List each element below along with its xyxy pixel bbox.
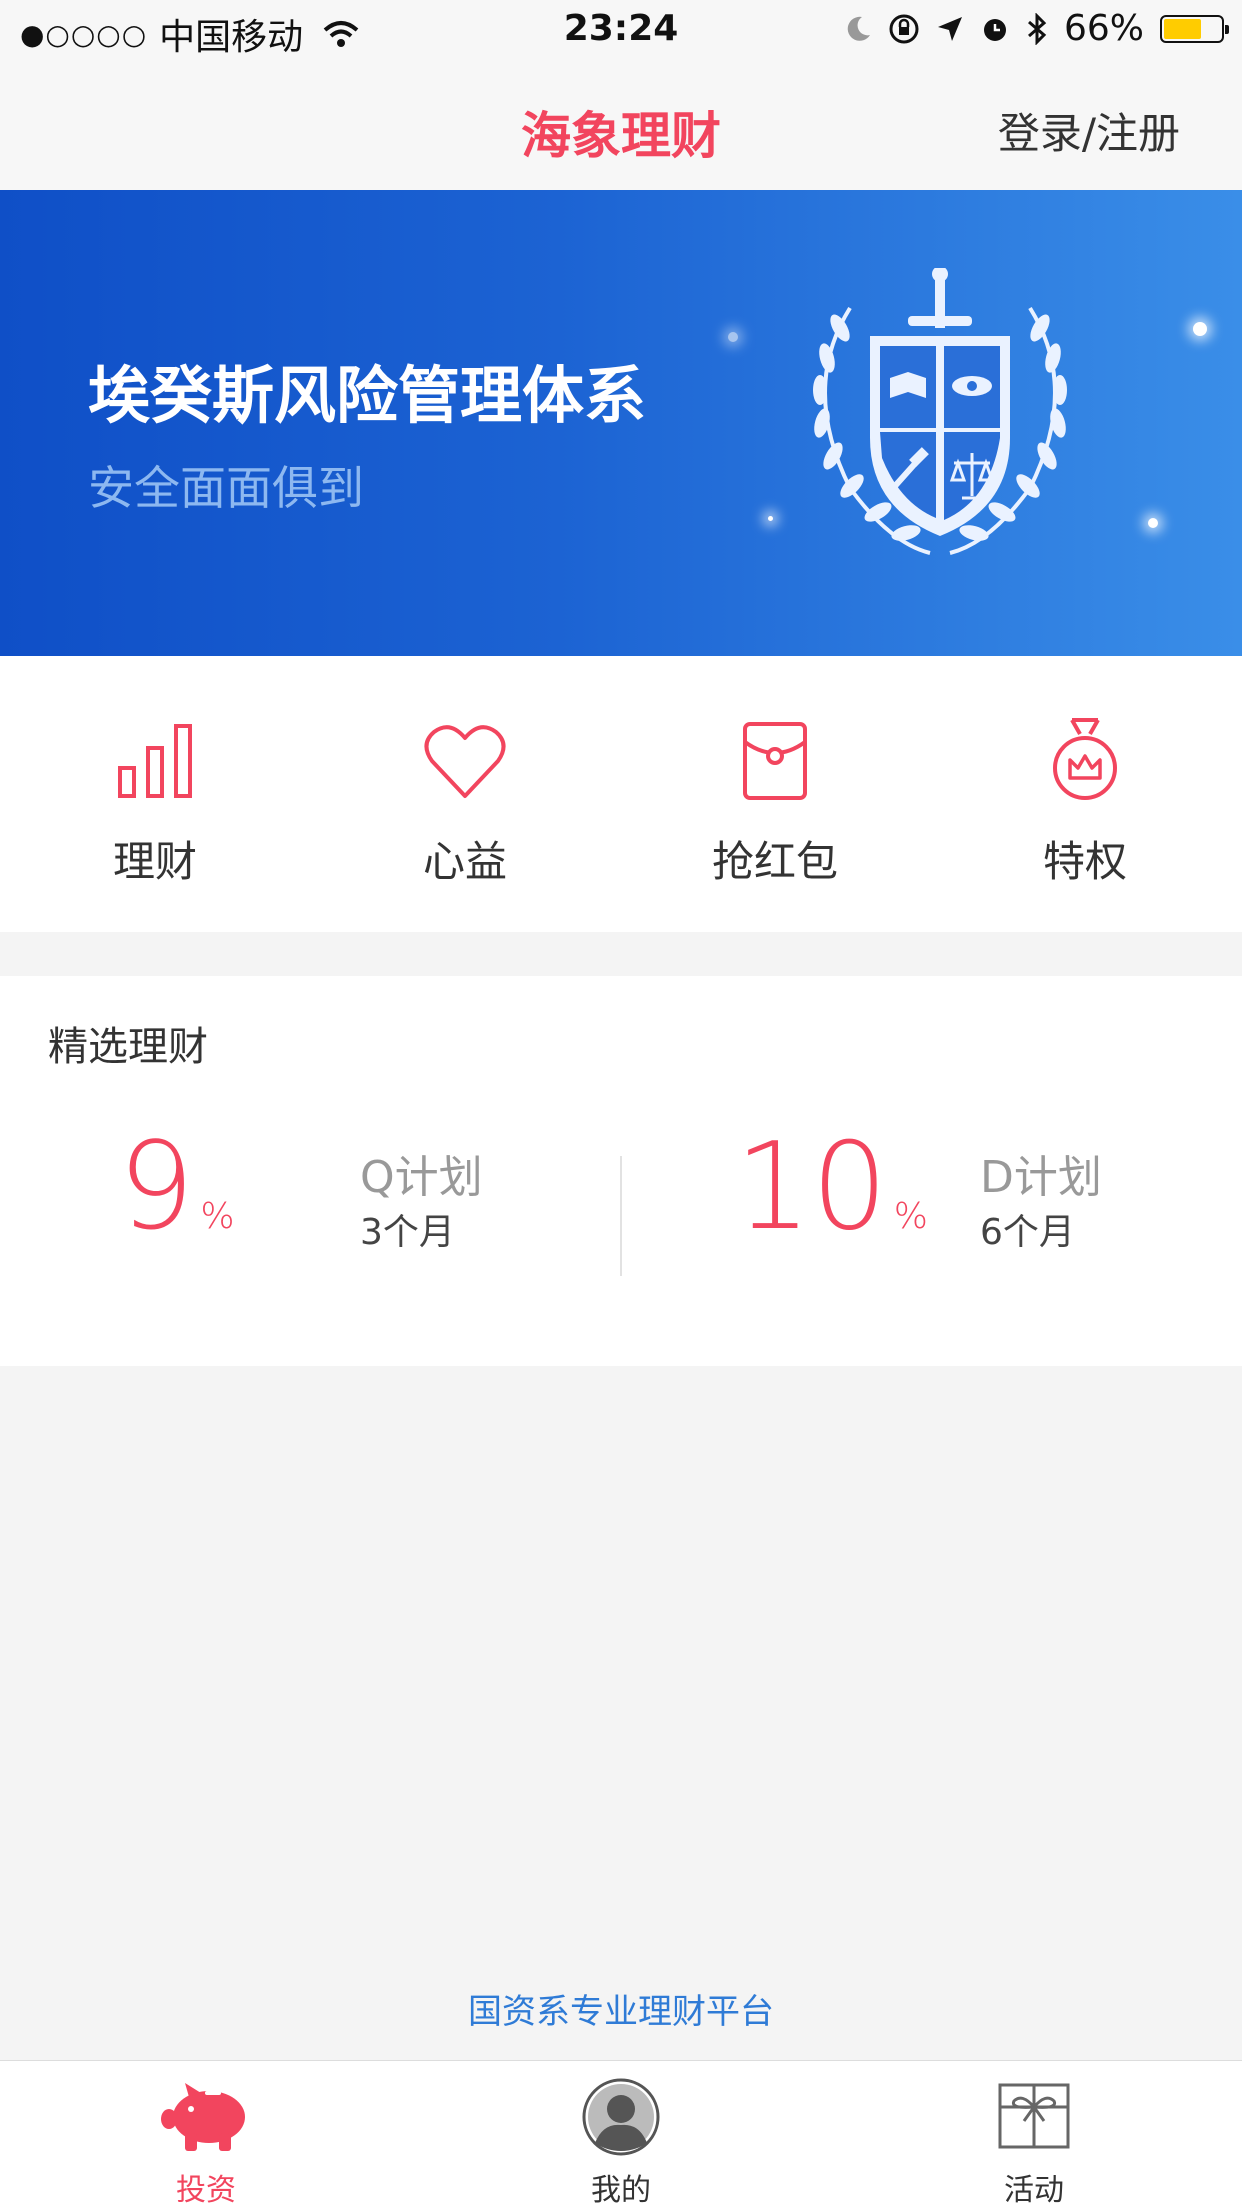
tab-label: 投资 [176,2173,236,2208]
section-title: 精选理财 [48,1024,208,1070]
quick-item-label: 特权 [1042,837,1127,886]
status-bar: ●○○○○ 中国移动 23:24 66% [0,0,1242,60]
status-right: 66% [844,8,1229,49]
platform-tagline[interactable]: 国资系专业理财平台 [0,1984,1242,2033]
product-rate[interactable]: 10% [735,1128,928,1248]
product-rate[interactable]: 9% [118,1128,235,1248]
rotation-lock-icon [889,14,919,43]
plan-term: 3个月 [360,1212,455,1253]
plan-name[interactable]: Q计划 [360,1141,483,1205]
red-envelope-icon [743,722,807,800]
tab-bar: 投资 我的 活动 [0,2060,1242,2209]
sparkle-decoration [768,516,773,521]
moon-icon [847,16,870,41]
rate-unit: % [200,1196,235,1237]
user-avatar-icon [582,2078,660,2156]
quick-item-label: 抢红包 [711,837,838,886]
shield-emblem-icon [813,268,1067,555]
alarm-icon [983,18,1006,41]
tab-activity[interactable]: 活动 [934,2077,1134,2209]
quick-item-charity[interactable]: 心益 [310,716,620,889]
heart-icon [424,725,506,798]
tab-mine[interactable]: 我的 [521,2077,721,2209]
featured-products: 精选理财 9% Q计划 3个月 10% D计划 6个月 [0,976,1242,1366]
nav-bar: 海象理财 登录/注册 [0,60,1242,190]
banner-title: 埃癸斯风险管理体系 [88,359,647,432]
rate-value: 9 [118,1118,195,1257]
quick-item-label: 理财 [112,837,197,886]
location-arrow-icon [937,16,962,41]
divider [620,1156,622,1276]
bar-chart-icon [118,724,192,798]
sparkle-decoration [1193,322,1207,336]
rate-unit: % [893,1196,928,1237]
battery-percent: 66% [1063,8,1144,49]
banner-subtitle: 安全面面俱到 [88,461,364,515]
quick-item-privilege[interactable]: 特权 [930,716,1240,889]
quick-item-wealth[interactable]: 理财 [0,716,310,889]
battery-icon [1160,14,1229,43]
sparkle-decoration [728,332,738,342]
battery-fill [1164,18,1201,39]
quick-item-label: 心益 [422,837,507,886]
tab-label: 活动 [1004,2173,1064,2208]
tab-label: 我的 [591,2173,651,2208]
sparkle-decoration [1148,518,1158,528]
quick-item-red-envelope[interactable]: 抢红包 [620,716,930,889]
piggy-bank-icon [161,2083,245,2151]
rate-value: 10 [735,1118,888,1257]
crown-medal-icon [1053,718,1117,800]
tab-invest[interactable]: 投资 [106,2077,306,2209]
login-register-link[interactable]: 登录/注册 [998,100,1180,161]
bluetooth-icon [1028,12,1047,45]
quick-menu: 理财 心益 抢红包 特权 [0,656,1242,932]
plan-term: 6个月 [980,1212,1075,1253]
plan-name[interactable]: D计划 [980,1141,1102,1205]
promo-banner[interactable]: 埃癸斯风险管理体系 安全面面俱到 [0,190,1242,656]
gift-icon [998,2083,1070,2149]
